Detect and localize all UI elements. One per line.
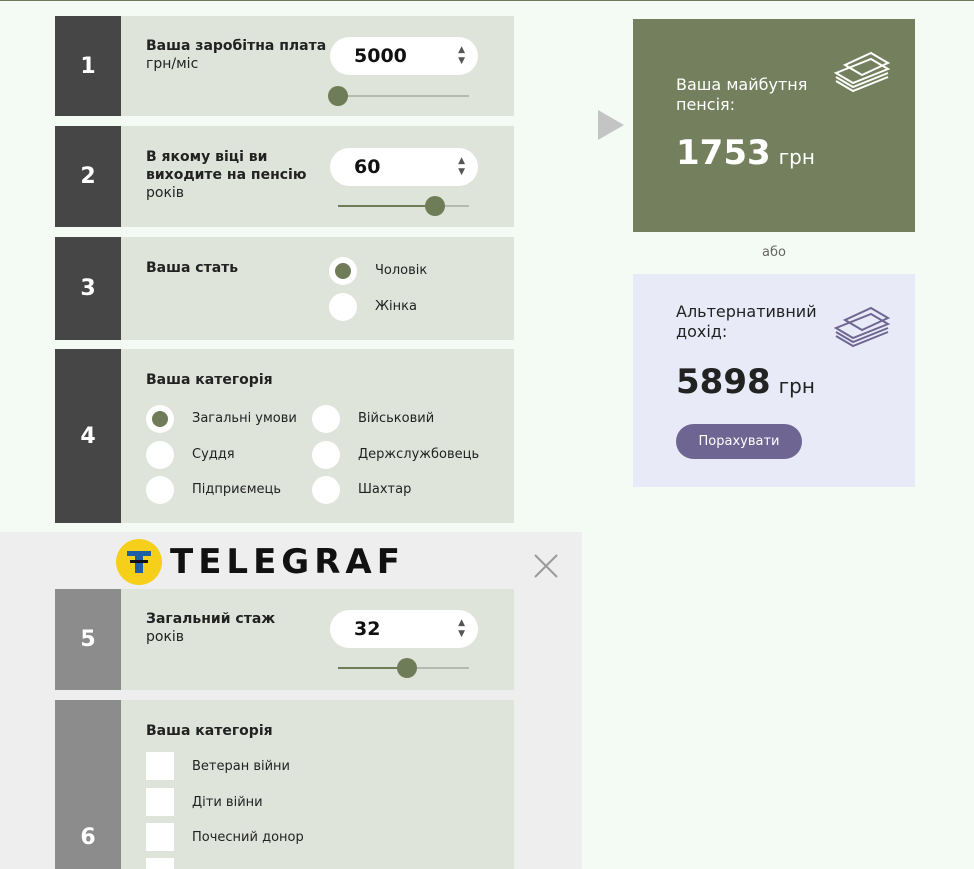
category-miner-label: Шахтар <box>358 482 412 497</box>
salary-slider[interactable] <box>328 86 469 106</box>
slider-knob[interactable] <box>424 196 445 216</box>
question-unit: грн/міс <box>146 56 199 72</box>
slider-knob[interactable] <box>397 658 418 678</box>
or-text: або <box>762 245 786 260</box>
question-title: Ваша категорія <box>146 723 273 739</box>
experience-slider[interactable] <box>338 658 469 678</box>
step-experience: 5 Загальний стаж років 32 ▲ ▼ <box>55 589 514 690</box>
telegraf-logo-text: TELEGRAF <box>170 542 405 582</box>
veteran-checkbox[interactable] <box>146 752 174 780</box>
step-number: 3 <box>55 237 121 340</box>
pension-currency: грн <box>778 145 815 169</box>
question-title: В якому віці ви виходите на пенсію років <box>146 148 321 202</box>
war-children-label: Діти війни <box>192 795 263 810</box>
category-judge-radio[interactable] <box>146 441 174 469</box>
salary-input[interactable]: 5000 ▲ ▼ <box>330 37 478 75</box>
question-label: Загальний стаж <box>146 611 276 627</box>
honorary-donor-checkbox[interactable] <box>146 823 174 851</box>
alt-income-card: Альтернативний дохід: 5898 грн Порахувати <box>633 274 915 487</box>
category-miner-radio[interactable] <box>312 476 340 504</box>
honorary-donor-label: Почесний донор <box>192 830 304 845</box>
alt-income-amount: 5898 грн <box>676 362 815 402</box>
question-unit: років <box>146 629 185 645</box>
step-category: 4 Ваша категорія Загальні умови Військов… <box>55 349 514 523</box>
gender-male-radio[interactable] <box>329 257 357 285</box>
category-civil-servant-label: Держслужбовець <box>358 447 480 462</box>
category-general-label: Загальні умови <box>192 411 297 426</box>
step-number: 1 <box>55 16 121 116</box>
age-input[interactable]: 60 ▲ ▼ <box>330 148 478 186</box>
question-label: В якому віці ви виходите на пенсію <box>146 149 307 183</box>
category-judge-label: Суддя <box>192 447 235 462</box>
telegraf-logo-icon <box>116 539 162 585</box>
calculate-button[interactable]: Порахувати <box>676 424 802 459</box>
experience-input[interactable]: 32 ▲ ▼ <box>330 610 478 648</box>
step-gender: 3 Ваша стать Чоловік Жінка <box>55 237 514 340</box>
close-icon[interactable] <box>533 553 559 579</box>
category-military-label: Військовий <box>358 411 435 426</box>
step-number: 4 <box>55 349 121 523</box>
category-entrepreneur-label: Підприємець <box>192 482 282 497</box>
category-entrepreneur-radio[interactable] <box>146 476 174 504</box>
spinner-arrows-icon[interactable]: ▲ ▼ <box>458 45 465 67</box>
question-title: Ваша заробітна плата грн/міс <box>146 37 326 73</box>
money-stack-icon <box>833 306 891 348</box>
pension-label: Ваша майбутня пенсія: <box>676 75 808 114</box>
question-unit: років <box>146 185 185 201</box>
step-retirement-age: 2 В якому віці ви виходите на пенсію рок… <box>55 126 514 227</box>
gender-male-label: Чоловік <box>375 263 428 278</box>
alt-income-currency: грн <box>778 374 815 398</box>
step-salary: 1 Ваша заробітна плата грн/міс 5000 ▲ ▼ <box>55 16 514 116</box>
spinner-arrows-icon[interactable]: ▲ ▼ <box>458 156 465 178</box>
veteran-label: Ветеран війни <box>192 759 291 774</box>
question-title: Загальний стаж років <box>146 610 275 646</box>
telegraf-logo[interactable]: TELEGRAF <box>116 539 405 585</box>
category-general-radio[interactable] <box>146 405 174 433</box>
pension-result-card: Ваша майбутня пенсія: 1753 грн <box>633 19 915 232</box>
age-slider[interactable] <box>338 196 469 216</box>
alt-income-value: 5898 <box>676 362 771 402</box>
experience-value: 32 <box>354 618 381 640</box>
step-number: 2 <box>55 126 121 227</box>
war-children-checkbox[interactable] <box>146 788 174 816</box>
top-border <box>0 0 974 1</box>
slider-fill <box>338 205 435 207</box>
category-military-radio[interactable] <box>312 405 340 433</box>
question-label: Ваша заробітна плата <box>146 38 327 54</box>
pension-amount: 1753 грн <box>676 133 815 173</box>
slider-knob[interactable] <box>328 86 348 106</box>
step-number: 5 <box>55 589 121 690</box>
extra-checkbox[interactable] <box>146 858 174 869</box>
age-value: 60 <box>354 156 381 178</box>
alt-income-label: Альтернативний дохід: <box>676 302 817 341</box>
gender-female-label: Жінка <box>375 299 417 314</box>
gender-female-radio[interactable] <box>329 293 357 321</box>
question-title: Ваша категорія <box>146 372 273 388</box>
pension-value: 1753 <box>676 133 771 173</box>
spinner-arrows-icon[interactable]: ▲ ▼ <box>458 618 465 640</box>
money-stack-icon <box>833 51 891 93</box>
arrow-right-icon <box>598 110 624 140</box>
step-number: 6 <box>55 700 121 869</box>
question-title: Ваша стать <box>146 260 239 276</box>
step-special-category: 6 Ваша категорія Ветеран війни Діти війн… <box>55 700 514 869</box>
salary-value: 5000 <box>354 45 407 67</box>
category-civil-servant-radio[interactable] <box>312 441 340 469</box>
